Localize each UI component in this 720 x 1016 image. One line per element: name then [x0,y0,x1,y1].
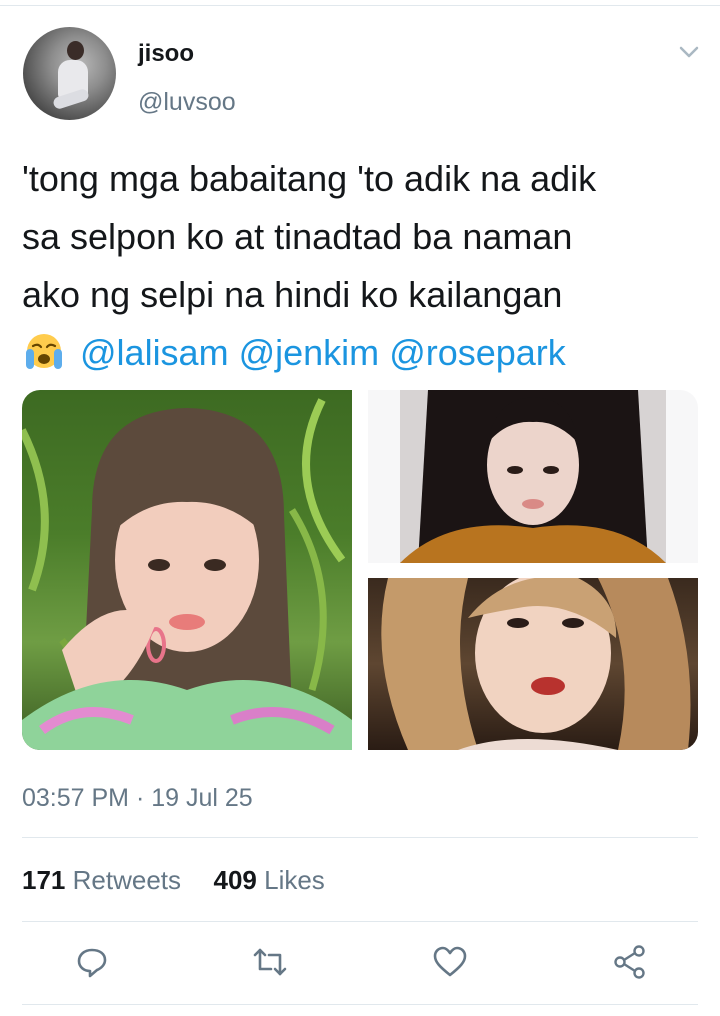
divider [22,921,698,922]
like-button[interactable] [426,940,474,984]
tweet-line: 'tong mga babaitang 'to adik na adik [22,158,597,199]
heart-icon [433,946,467,977]
user-handle[interactable]: @luvsoo [138,88,236,117]
mention-link[interactable]: @rosepark [389,332,566,373]
tweet-stats: 171 Retweets 409 Likes [22,865,325,896]
likes-label[interactable]: Likes [264,865,325,895]
reply-button[interactable] [68,940,116,984]
retweets-label[interactable]: Retweets [73,865,181,895]
share-button[interactable] [606,940,654,984]
top-divider [0,5,720,6]
retweet-button[interactable] [246,940,294,984]
likes-count[interactable]: 409 [213,865,256,895]
mention-link[interactable]: @jenkim [239,332,380,373]
reply-icon [77,948,107,978]
tweet-line: ako ng selpi na hindi ko kailangan [22,274,563,315]
divider [22,1004,698,1005]
tweet-text: 'tong mga babaitang 'to adik na adik sa … [22,150,712,382]
divider [22,837,698,838]
tweet-line: sa selpon ko at tinadtad ba naman [22,216,573,257]
chevron-down-icon[interactable] [678,44,700,60]
media-photo-2[interactable] [368,390,698,563]
media-photo-3[interactable] [368,578,698,750]
avatar-figure-head [67,41,84,60]
retweet-icon [253,948,287,976]
tweet-line: @lalisam @jenkim @rosepark [22,324,712,382]
share-icon [614,945,645,979]
tweet-timestamp[interactable]: 03:57 PM · 19 Jul 25 [22,784,253,813]
retweets-count[interactable]: 171 [22,865,65,895]
loudly-crying-face-icon [22,330,66,370]
display-name[interactable]: jisoo [138,40,194,68]
mention-link[interactable]: @lalisam [80,332,229,373]
avatar[interactable] [23,27,116,120]
media-photo-1[interactable] [22,390,352,750]
